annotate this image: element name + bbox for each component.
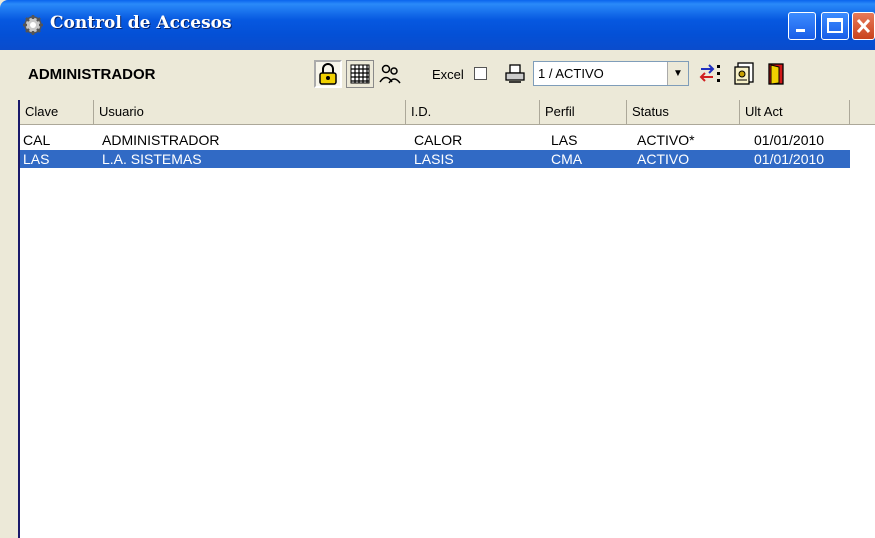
exit-door-icon bbox=[768, 63, 784, 85]
cell-id: LASIS bbox=[414, 151, 454, 167]
column-header-clave[interactable]: Clave bbox=[20, 100, 94, 124]
table-row-selected[interactable]: LAS L.A. SISTEMAS LASIS CMA ACTIVO 01/01… bbox=[20, 150, 850, 168]
column-header-ult-act[interactable]: Ult Act bbox=[740, 100, 850, 124]
gear-icon[interactable] bbox=[22, 14, 44, 36]
current-user-label: ADMINISTRADOR bbox=[28, 66, 156, 83]
maximize-button[interactable] bbox=[821, 12, 849, 40]
minimize-icon bbox=[796, 29, 805, 32]
cell-status: ACTIVO bbox=[637, 151, 690, 167]
document-button[interactable] bbox=[730, 60, 758, 88]
sort-button[interactable] bbox=[697, 60, 725, 88]
excel-checkbox[interactable] bbox=[474, 67, 487, 80]
toolbar: ADMINISTRADOR Excel 1 / ACTIVO ▼ bbox=[0, 50, 875, 98]
close-icon bbox=[856, 18, 871, 34]
lock-button[interactable] bbox=[314, 60, 342, 88]
print-button[interactable] bbox=[502, 60, 528, 88]
excel-label: Excel bbox=[432, 67, 464, 82]
cell-clave: LAS bbox=[23, 151, 50, 167]
users-list[interactable]: Clave Usuario I.D. Perfil Status Ult Act… bbox=[18, 100, 875, 538]
cell-clave: CAL bbox=[23, 132, 51, 148]
list-header: Clave Usuario I.D. Perfil Status Ult Act bbox=[20, 100, 875, 125]
users-button[interactable] bbox=[376, 60, 404, 88]
title-bar[interactable]: Control de Accesos bbox=[0, 0, 875, 50]
chevron-down-icon[interactable]: ▼ bbox=[667, 62, 688, 85]
column-header-status[interactable]: Status bbox=[627, 100, 740, 124]
users-icon bbox=[379, 64, 401, 84]
close-button[interactable] bbox=[852, 12, 875, 40]
cell-usuario: L.A. SISTEMAS bbox=[102, 151, 202, 167]
table-row[interactable]: CAL ADMINISTRADOR CALOR LAS ACTIVO* 01/0… bbox=[20, 131, 850, 149]
grid-icon bbox=[350, 64, 370, 84]
sort-icon bbox=[699, 64, 720, 82]
main-window: Control de Accesos ADMINISTRADOR Excel 1… bbox=[0, 0, 875, 538]
column-header-usuario[interactable]: Usuario bbox=[94, 100, 406, 124]
cell-usuario: ADMINISTRADOR bbox=[102, 132, 220, 148]
window-title: Control de Accesos bbox=[50, 13, 232, 33]
cell-ult-act: 01/01/2010 bbox=[754, 132, 825, 148]
printer-icon bbox=[505, 64, 525, 83]
grid-button[interactable] bbox=[346, 60, 374, 88]
status-combo[interactable]: 1 / ACTIVO ▼ bbox=[533, 61, 689, 86]
lock-icon bbox=[319, 63, 337, 85]
cell-status: ACTIVO* bbox=[637, 132, 695, 148]
document-icon bbox=[734, 62, 754, 85]
cell-id: CALOR bbox=[414, 132, 463, 148]
minimize-button[interactable] bbox=[788, 12, 816, 40]
column-header-id[interactable]: I.D. bbox=[406, 100, 540, 124]
cell-perfil: CMA bbox=[551, 151, 583, 167]
exit-button[interactable] bbox=[762, 60, 790, 88]
status-combo-value: 1 / ACTIVO bbox=[538, 66, 604, 81]
cell-ult-act: 01/01/2010 bbox=[754, 151, 825, 167]
maximize-icon bbox=[827, 18, 843, 33]
cell-perfil: LAS bbox=[551, 132, 578, 148]
column-header-perfil[interactable]: Perfil bbox=[540, 100, 627, 124]
